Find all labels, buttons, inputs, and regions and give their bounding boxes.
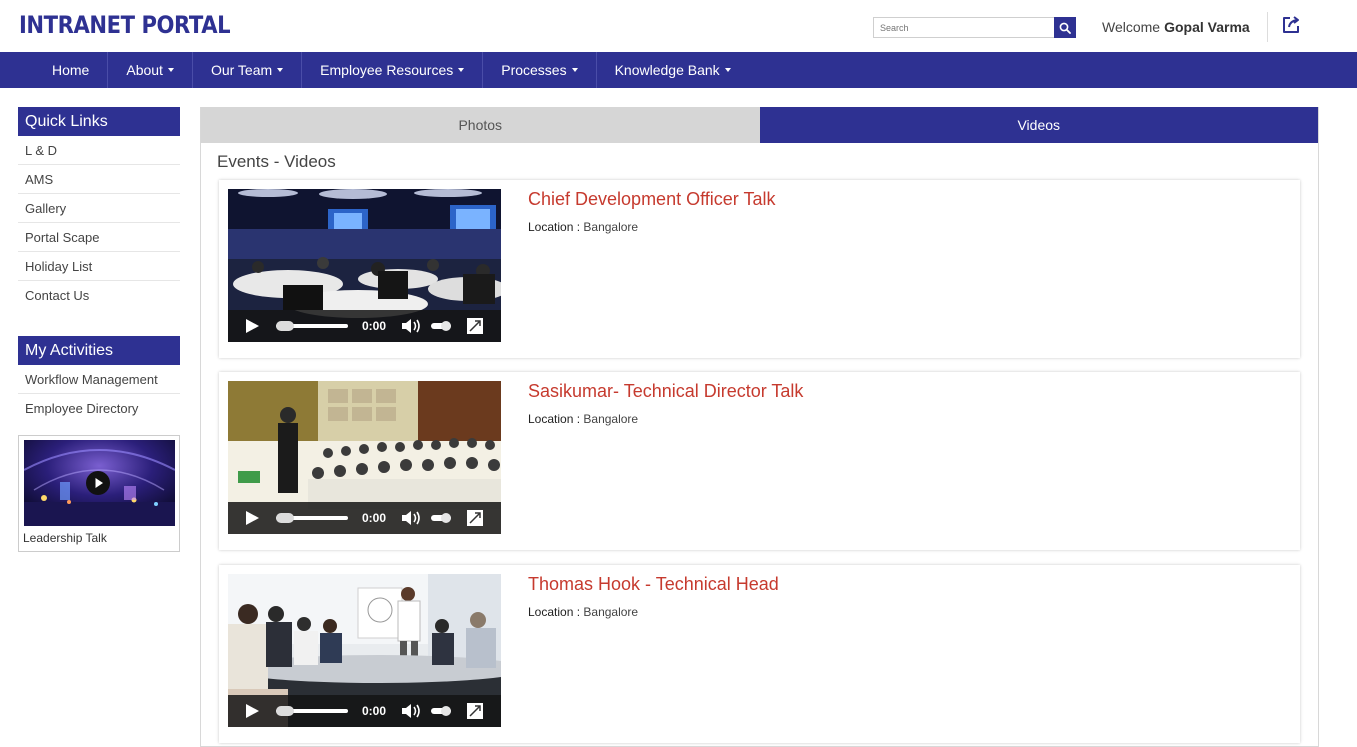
nav-our-team-label: Our Team [210, 62, 273, 78]
time-display: 0:00 [362, 511, 387, 525]
nav-knowledge-bank[interactable]: Knowledge Bank [597, 52, 749, 88]
caret-down-icon [277, 68, 284, 72]
main-panel: Photos Videos Events - Videos 0:00 Chief… [200, 107, 1319, 747]
search-box [873, 17, 1076, 38]
fullscreen-icon[interactable] [466, 695, 484, 727]
video-title[interactable]: Chief Development Officer Talk [528, 189, 775, 210]
welcome-message: Welcome Gopal Varma [1102, 19, 1250, 35]
volume-icon[interactable] [400, 502, 422, 534]
quick-link-item[interactable]: Portal Scape [18, 223, 180, 252]
location-value: Bangalore [583, 220, 639, 234]
quick-link-item[interactable]: Contact Us [18, 281, 180, 310]
nav-knowledge-bank-label: Knowledge Bank [614, 62, 720, 78]
nav-home[interactable]: Home [34, 52, 109, 88]
header-divider [1267, 12, 1268, 42]
volume-icon[interactable] [400, 695, 422, 727]
progress-track [276, 321, 348, 331]
quick-link-item[interactable]: Gallery [18, 194, 180, 223]
tab-photos[interactable]: Photos [201, 107, 760, 143]
user-name[interactable]: Gopal Varma [1164, 19, 1250, 35]
featured-video-caption: Leadership Talk [23, 531, 107, 545]
location-value: Bangalore [583, 412, 639, 426]
quick-links-heading: Quick Links [18, 107, 180, 136]
volume-slider[interactable] [431, 502, 453, 534]
play-icon[interactable] [244, 310, 260, 342]
progress-slider[interactable] [276, 695, 350, 727]
time-display: 0:00 [362, 319, 387, 333]
nav-employee-resources-label: Employee Resources [320, 62, 454, 78]
welcome-label: Welcome [1102, 19, 1161, 35]
caret-down-icon [724, 68, 731, 72]
media-tabs: Photos Videos [201, 107, 1318, 143]
time-display: 0:00 [362, 704, 387, 718]
header: INTRANET PORTAL WelcomeGopal Varma [0, 0, 1357, 52]
caret-down-icon [167, 68, 174, 72]
fullscreen-icon[interactable] [466, 310, 484, 342]
quick-links-list: L & D AMS Gallery Portal Scape Holiday L… [18, 136, 180, 310]
site-logo[interactable]: INTRANET PORTAL [19, 11, 231, 39]
nav-employee-resources[interactable]: Employee Resources [302, 52, 484, 88]
nav-processes-label: Processes [501, 62, 567, 78]
video-title[interactable]: Thomas Hook - Technical Head [528, 574, 779, 595]
sidebar: Quick Links L & D AMS Gallery Portal Sca… [18, 107, 180, 552]
video-location: Location : Bangalore [528, 605, 638, 619]
featured-video-card[interactable]: Leadership Talk [18, 435, 180, 552]
progress-slider[interactable] [276, 310, 350, 342]
video-card: 0:00 Chief Development Officer Talk Loca… [219, 180, 1300, 358]
location-label: Location : [528, 220, 581, 234]
video-player[interactable]: 0:00 [228, 381, 501, 534]
video-controls: 0:00 [228, 502, 501, 534]
play-icon[interactable] [244, 502, 260, 534]
search-button[interactable] [1054, 17, 1076, 38]
tab-videos[interactable]: Videos [759, 107, 1318, 143]
volume-track [431, 706, 451, 716]
video-controls: 0:00 [228, 695, 501, 727]
volume-slider[interactable] [431, 695, 453, 727]
play-icon[interactable] [244, 695, 260, 727]
caret-down-icon [458, 68, 465, 72]
play-icon[interactable] [86, 471, 110, 495]
location-label: Location : [528, 412, 581, 426]
volume-track [431, 321, 451, 331]
featured-video-thumbnail[interactable] [24, 440, 175, 526]
video-player[interactable]: 0:00 [228, 189, 501, 342]
nav-our-team[interactable]: Our Team [193, 52, 303, 88]
video-card: 0:00 Sasikumar- Technical Director Talk … [219, 372, 1300, 550]
location-value: Bangalore [583, 605, 639, 619]
my-activities-heading: My Activities [18, 336, 180, 365]
caret-down-icon [571, 68, 578, 72]
video-title[interactable]: Sasikumar- Technical Director Talk [528, 381, 803, 402]
video-player[interactable]: 0:00 [228, 574, 501, 727]
volume-slider[interactable] [431, 310, 453, 342]
video-card: 0:00 Thomas Hook - Technical Head Locati… [219, 565, 1300, 743]
volume-icon[interactable] [400, 310, 422, 342]
progress-slider[interactable] [276, 502, 350, 534]
activity-item[interactable]: Workflow Management [18, 365, 180, 394]
nav-processes[interactable]: Processes [483, 52, 597, 88]
nav-home-label: Home [52, 62, 90, 78]
activities-list: Workflow Management Employee Directory [18, 365, 180, 423]
activity-item[interactable]: Employee Directory [18, 394, 180, 423]
nav-about[interactable]: About [108, 52, 193, 88]
section-title: Events - Videos [217, 152, 336, 171]
location-label: Location : [528, 605, 581, 619]
quick-link-item[interactable]: Holiday List [18, 252, 180, 281]
fullscreen-icon[interactable] [466, 502, 484, 534]
volume-track [431, 513, 451, 523]
progress-track [276, 706, 348, 716]
progress-track [276, 513, 348, 523]
search-input[interactable] [874, 18, 1052, 38]
main-nav: Home About Our Team Employee Resources P… [0, 52, 1357, 88]
quick-link-item[interactable]: L & D [18, 136, 180, 165]
video-location: Location : Bangalore [528, 412, 638, 426]
share-icon[interactable] [1281, 15, 1301, 35]
search-icon [1059, 22, 1071, 34]
video-location: Location : Bangalore [528, 220, 638, 234]
nav-about-label: About [126, 62, 163, 78]
video-controls: 0:00 [228, 310, 501, 342]
quick-link-item[interactable]: AMS [18, 165, 180, 194]
